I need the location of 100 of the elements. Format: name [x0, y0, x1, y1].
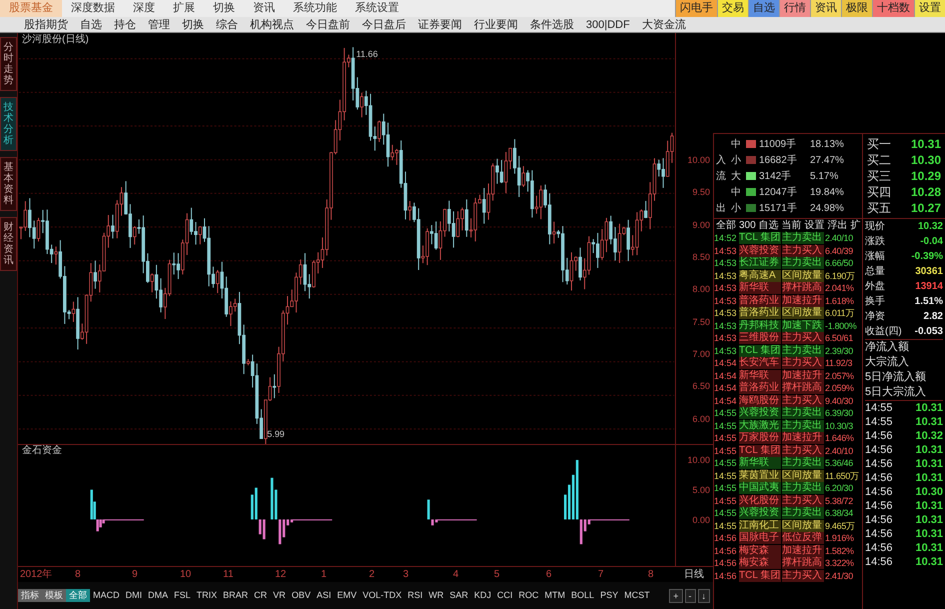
alert-tab[interactable]: 当前 — [782, 220, 802, 232]
price-axis-label: 6.50 — [692, 380, 710, 394]
zoom-button[interactable]: - — [684, 588, 696, 602]
alert-stock[interactable]: 梅安森 — [739, 557, 781, 570]
toolbar-item[interactable]: 自选 — [74, 16, 108, 32]
alert-stock[interactable]: 中国武夷 — [739, 482, 781, 494]
toolbar-item[interactable]: 今日盘后 — [356, 16, 412, 32]
indicator-tab[interactable]: CCI — [494, 589, 516, 602]
alert-stock[interactable]: 新华联 — [739, 457, 781, 470]
alert-stock[interactable]: 兴蓉投资 — [739, 507, 781, 520]
indicator-tab[interactable]: KDJ — [471, 589, 494, 602]
indicator-tab[interactable]: MACD — [90, 589, 122, 602]
indicator-button[interactable]: 模板 — [42, 589, 66, 602]
flow-amount: 12047手 — [759, 186, 798, 200]
zoom-button[interactable]: + — [669, 588, 682, 602]
indicator-tab[interactable]: OBV — [288, 589, 314, 602]
toolbar-item[interactable]: 综合 — [210, 16, 244, 32]
menu-item[interactable]: 系统功能 — [284, 0, 346, 17]
indicator-tab[interactable]: RSI — [404, 589, 426, 602]
menu-item[interactable]: 深度 — [124, 0, 164, 17]
side-tab[interactable]: 分时走势 — [0, 37, 17, 91]
indicator-tab[interactable]: SAR — [446, 589, 472, 602]
indicator-tab[interactable]: VOL-TDX — [360, 589, 405, 602]
alert-stock[interactable]: 兴蓉投资 — [739, 407, 781, 420]
alert-tab[interactable]: 自选 — [758, 220, 779, 232]
alert-stock[interactable]: 国脉电子 — [739, 532, 781, 544]
toolbar-item[interactable]: 持仓 — [108, 16, 142, 32]
indicator-tab[interactable]: ASI — [314, 589, 334, 602]
alert-stock[interactable]: 长江证券 — [739, 257, 781, 270]
indicator-tab[interactable]: BRAR — [220, 589, 252, 602]
indicator-tab[interactable]: MCST — [621, 589, 653, 602]
indicator-tab[interactable]: MTM — [542, 589, 568, 602]
alert-stock[interactable]: 丹邦科技 — [739, 320, 781, 332]
indicator-tab[interactable]: CR — [251, 589, 270, 602]
alert-tab[interactable]: 扩 — [850, 220, 861, 232]
indicator-tab[interactable]: WR — [426, 589, 447, 602]
toolbar-item[interactable]: 今日盘前 — [300, 16, 356, 32]
menu-item[interactable]: 系统设置 — [346, 0, 408, 17]
alert-time: 14:54 — [714, 382, 738, 394]
alert-stock[interactable]: 兴化股份 — [739, 494, 781, 507]
alert-stock[interactable]: TCL 集团 — [739, 344, 781, 357]
alert-stock[interactable]: 梅安森 — [739, 544, 781, 557]
indicator-tab[interactable]: DMA — [145, 589, 171, 602]
alert-stock[interactable]: 粤高速A — [739, 270, 781, 282]
alert-event: 主力买入 — [782, 570, 824, 582]
indicator-tab[interactable]: FSL — [171, 589, 194, 602]
toolbar-item[interactable]: 行业要闻 — [468, 16, 524, 32]
indicator-tab[interactable]: VR — [270, 589, 289, 602]
alert-tab[interactable]: 300 — [739, 220, 756, 232]
toolbar-item[interactable]: 300|DDF — [580, 16, 636, 32]
alert-stock[interactable]: 新华联 — [739, 282, 781, 294]
indicator-tab[interactable]: EMV — [334, 589, 360, 602]
quick-button[interactable]: 资讯 — [810, 0, 841, 17]
indicator-tab[interactable]: PSY — [597, 589, 622, 602]
toolbar-item[interactable]: 股指期货 — [18, 16, 74, 32]
quick-button[interactable]: 行情 — [779, 0, 810, 17]
alert-stock[interactable]: 普洛药业 — [739, 307, 781, 320]
menu-item[interactable]: 深度数据 — [62, 0, 124, 17]
indicator-button[interactable]: 指标 — [18, 589, 42, 602]
quick-button[interactable]: 设置 — [914, 0, 945, 17]
alert-stock[interactable]: TCL 集团 — [739, 570, 781, 582]
alert-stock[interactable]: 海鸥股份 — [739, 394, 781, 407]
quick-button[interactable]: 闪电手 — [675, 0, 717, 17]
alert-tab[interactable]: 浮出 — [828, 220, 848, 232]
toolbar-item[interactable]: 机构视点 — [244, 16, 300, 32]
alert-stock[interactable]: 三维股份 — [739, 332, 781, 344]
menu-item[interactable]: 扩展 — [164, 0, 204, 17]
menu-item[interactable]: 资讯 — [244, 0, 284, 17]
quick-button[interactable]: 极限 — [841, 0, 872, 17]
indicator-tab[interactable]: ROC — [516, 589, 542, 602]
indicator-tab[interactable]: DMI — [122, 589, 145, 602]
alert-stock[interactable]: 普洛药业 — [739, 294, 781, 307]
alert-stock[interactable]: 长安汽车 — [739, 357, 781, 370]
alert-stock[interactable]: 江南化工 — [739, 520, 781, 532]
indicator-tab[interactable]: BOLL — [568, 589, 598, 602]
alert-stock[interactable]: 普洛药业 — [739, 382, 781, 394]
alert-stock[interactable]: TCL 集团 — [739, 444, 781, 457]
alert-stock[interactable]: 莱茵置业 — [739, 470, 781, 482]
toolbar-item[interactable]: 大资金流 — [636, 16, 692, 32]
alert-tab[interactable]: 设置 — [804, 220, 825, 232]
alert-tab[interactable]: 全部 — [716, 220, 736, 232]
alert-stock[interactable]: 新华联 — [739, 370, 781, 382]
alert-stock[interactable]: 兴蓉投资 — [739, 244, 781, 257]
side-tab[interactable]: 基本资料 — [0, 157, 17, 211]
toolbar-item[interactable]: 切换 — [176, 16, 210, 32]
side-tab[interactable]: 财经资讯 — [0, 217, 17, 271]
alert-stock[interactable]: 大族激光 — [739, 420, 781, 432]
quick-button[interactable]: 十档数 — [872, 0, 914, 17]
menu-item[interactable]: 切换 — [204, 0, 244, 17]
indicator-tab[interactable]: 全部 — [66, 589, 90, 602]
side-tab[interactable]: 技术分析 — [0, 97, 17, 151]
quick-button[interactable]: 交易 — [717, 0, 748, 17]
alert-stock[interactable]: 万家股份 — [739, 432, 781, 444]
toolbar-item[interactable]: 管理 — [142, 16, 176, 32]
indicator-tab[interactable]: TRIX — [194, 589, 220, 602]
alert-stock[interactable]: TCL 集团 — [739, 232, 781, 244]
zoom-button[interactable]: ↓ — [698, 588, 710, 602]
toolbar-item[interactable]: 条件选股 — [524, 16, 580, 32]
quick-button[interactable]: 自选 — [748, 0, 779, 17]
toolbar-item[interactable]: 证券要闻 — [412, 16, 468, 32]
